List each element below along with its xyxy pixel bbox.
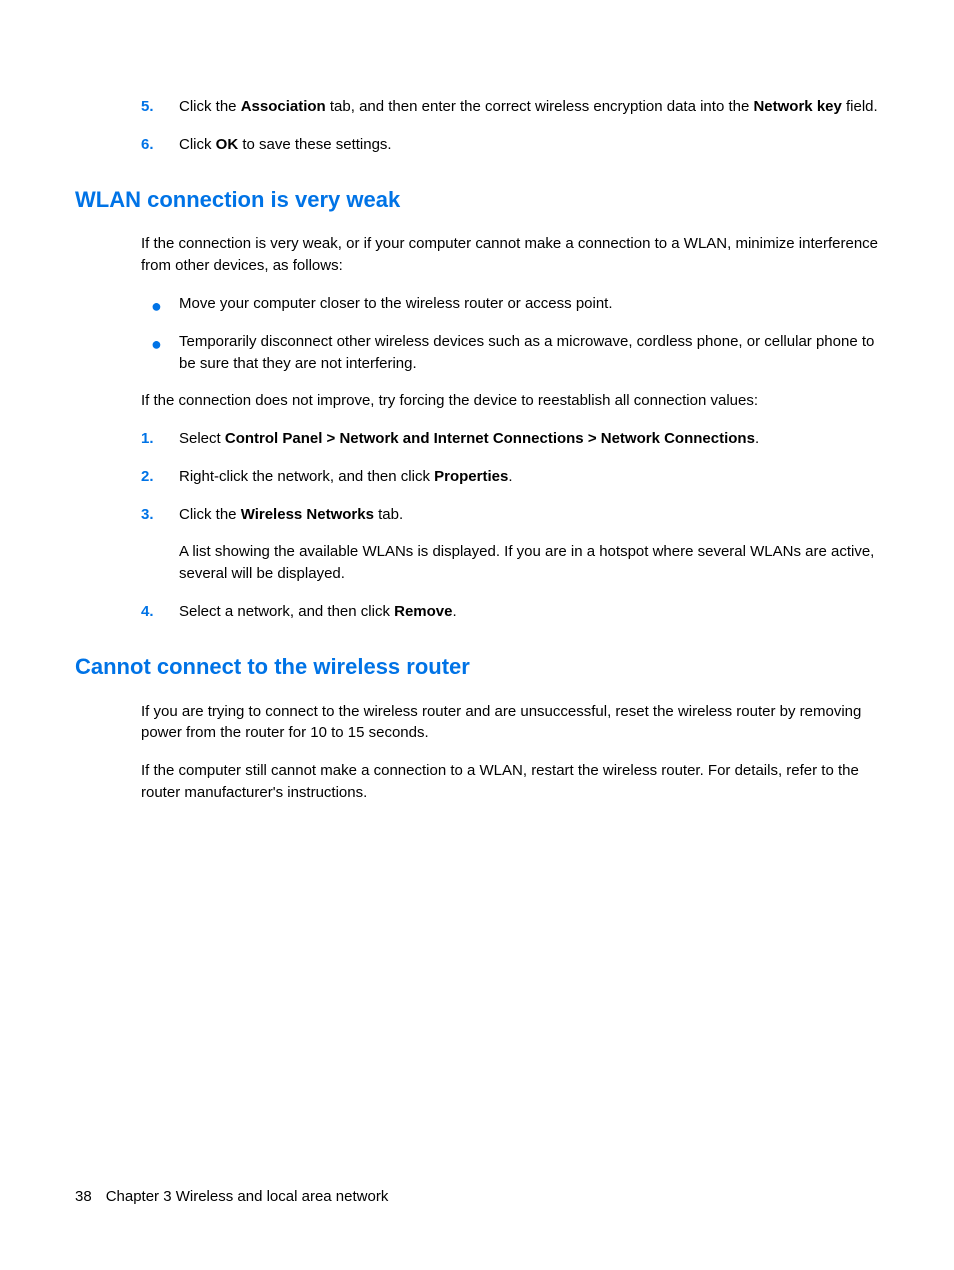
heading-cannot-connect: Cannot connect to the wireless router [75,651,879,683]
paragraph: If the connection does not improve, try … [75,390,879,412]
list-subtext: A list showing the available WLANs is di… [75,541,879,585]
list-item-2: 2. Right-click the network, and then cli… [75,466,879,488]
list-item-4: 4. Select a network, and then click Remo… [75,601,879,623]
list-text: Click the Wireless Networks tab. [179,504,879,526]
chapter-title: Chapter 3 Wireless and local area networ… [106,1188,389,1205]
bullet-icon: ● [151,293,179,315]
list-text: Click OK to save these settings. [179,134,879,156]
bullet-text: Move your computer closer to the wireles… [179,293,879,315]
bullet-item: ● Temporarily disconnect other wireless … [75,331,879,375]
paragraph: If the computer still cannot make a conn… [75,760,879,804]
list-number: 3. [141,504,179,526]
list-item-1: 1. Select Control Panel > Network and In… [75,428,879,450]
list-text: Select Control Panel > Network and Inter… [179,428,879,450]
bullet-icon: ● [151,331,179,375]
paragraph: If the connection is very weak, or if yo… [75,233,879,277]
list-number: 2. [141,466,179,488]
list-number: 1. [141,428,179,450]
page-number: 38 [75,1188,92,1205]
list-number: 4. [141,601,179,623]
list-item-6: 6. Click OK to save these settings. [75,134,879,156]
list-number: 5. [141,96,179,118]
heading-wlan-weak: WLAN connection is very weak [75,184,879,216]
paragraph: If you are trying to connect to the wire… [75,701,879,745]
bullet-item: ● Move your computer closer to the wirel… [75,293,879,315]
list-number: 6. [141,134,179,156]
list-text: Select a network, and then click Remove. [179,601,879,623]
list-item-5: 5. Click the Association tab, and then e… [75,96,879,118]
page-footer: 38 Chapter 3 Wireless and local area netw… [75,1186,388,1208]
list-item-3: 3. Click the Wireless Networks tab. [75,504,879,526]
list-text: Right-click the network, and then click … [179,466,879,488]
bullet-text: Temporarily disconnect other wireless de… [179,331,879,375]
list-text: Click the Association tab, and then ente… [179,96,879,118]
